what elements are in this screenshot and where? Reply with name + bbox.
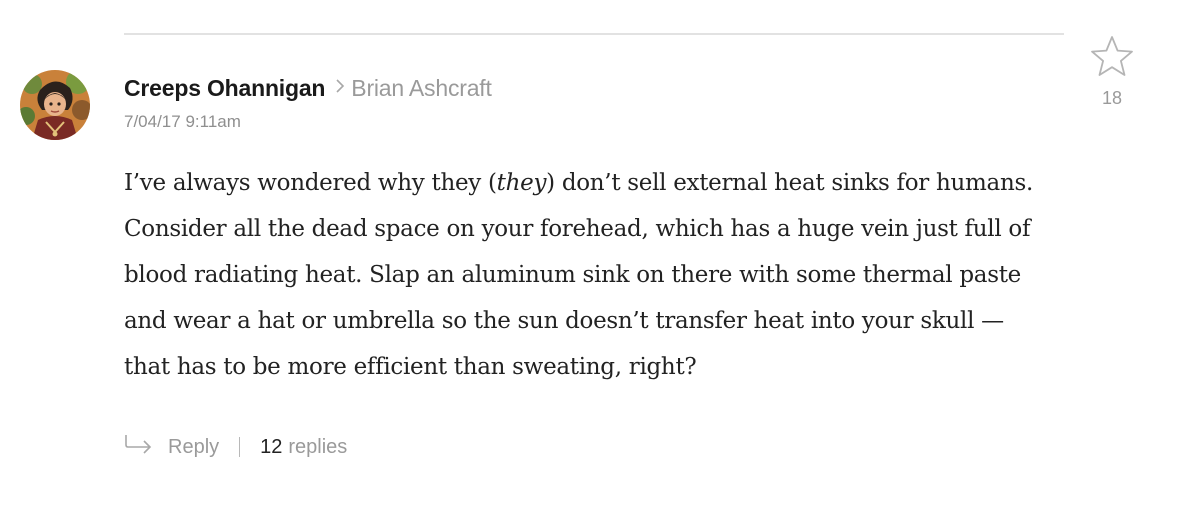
- reply-arrow-icon[interactable]: [124, 433, 154, 461]
- comment-body-line: Consider all the dead space on your fore…: [124, 216, 1031, 242]
- reply-to-name[interactable]: Brian Ashcraft: [351, 75, 492, 102]
- comment-text: ) don’t sell external heat sinks for hum…: [546, 170, 1033, 196]
- star-icon[interactable]: [1089, 34, 1135, 80]
- footer-separator: [239, 437, 241, 457]
- comment-body-line: that has to be more efficient than sweat…: [124, 354, 697, 380]
- replies-label: replies: [288, 435, 348, 458]
- comment-body-line: and wear a hat or umbrella so the sun do…: [124, 308, 1004, 334]
- comment-header: Creeps Ohannigan Brian Ashcraft: [124, 72, 492, 104]
- chevron-right-icon: [335, 78, 345, 99]
- comment-emphasis: they: [496, 170, 547, 196]
- comment-text: I’ve always wondered why they (: [124, 170, 497, 196]
- star-count: 18: [1101, 88, 1123, 108]
- comment-divider: [124, 33, 1064, 35]
- replies-link[interactable]: 12 replies: [260, 436, 347, 459]
- timestamp[interactable]: 7/04/17 9:11am: [124, 112, 241, 132]
- author-name[interactable]: Creeps Ohannigan: [124, 75, 325, 102]
- comment-body-line: I’ve always wondered why they (they) don…: [124, 160, 1164, 206]
- comment-body: I’ve always wondered why they (they) don…: [124, 160, 1164, 390]
- reply-count: 12: [260, 435, 283, 458]
- reply-button[interactable]: Reply: [168, 436, 219, 459]
- comment-body-line: blood radiating heat. Slap an aluminum s…: [124, 262, 1021, 288]
- comment-footer: Reply 12 replies: [124, 430, 347, 464]
- avatar[interactable]: [20, 70, 90, 140]
